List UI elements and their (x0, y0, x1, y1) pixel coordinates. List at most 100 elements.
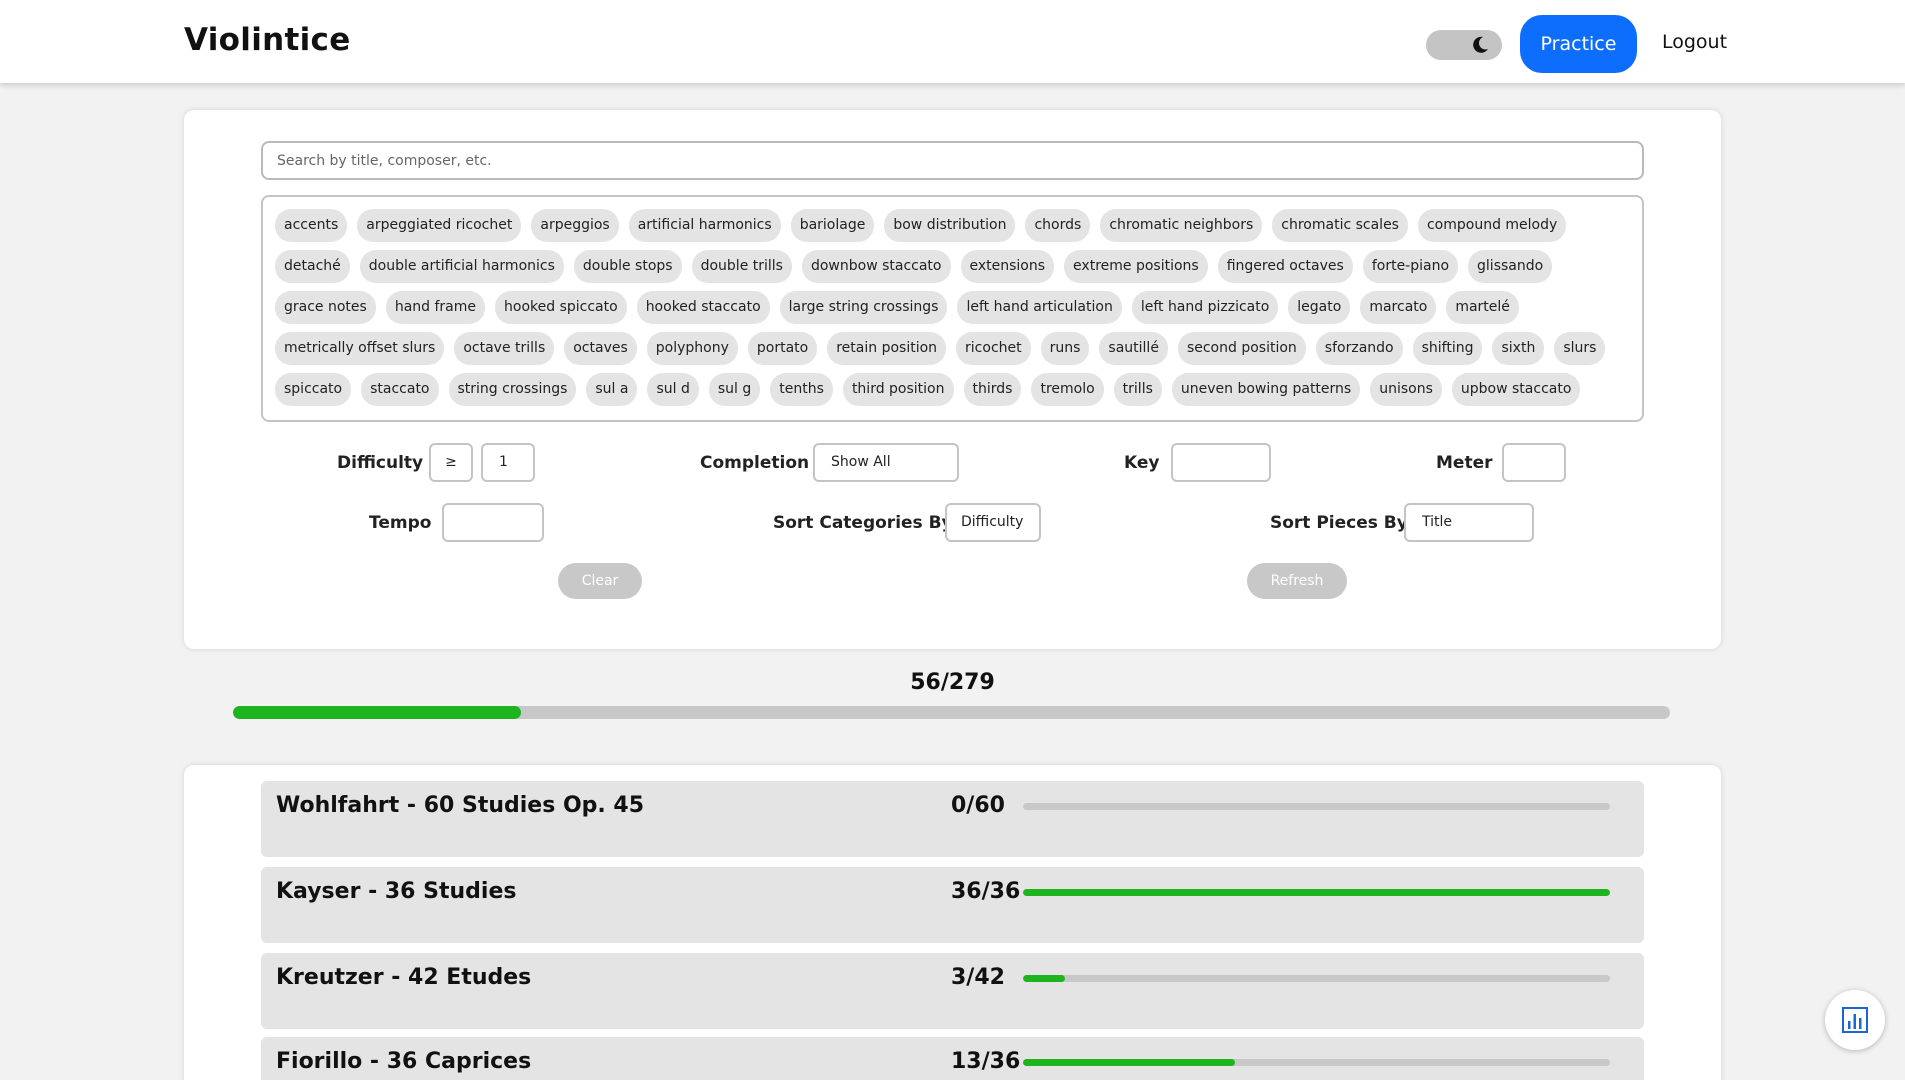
technique-tag[interactable]: trills (1113, 373, 1162, 406)
technique-tag[interactable]: ricochet (956, 332, 1031, 365)
theme-toggle[interactable] (1426, 30, 1502, 60)
technique-tag[interactable]: sautillé (1099, 332, 1168, 365)
technique-tag[interactable]: upbow staccato (1451, 373, 1581, 406)
technique-tag[interactable]: left hand pizzicato (1131, 291, 1279, 324)
technique-tag[interactable]: hooked spiccato (495, 291, 627, 324)
technique-tag[interactable]: double trills (691, 250, 792, 283)
technique-tag[interactable]: uneven bowing patterns (1171, 373, 1361, 406)
technique-tag[interactable]: string crossings (448, 373, 577, 406)
technique-tag[interactable]: legato (1288, 291, 1351, 324)
technique-tag[interactable]: accents (275, 209, 348, 242)
technique-tag[interactable]: compound melody (1417, 209, 1567, 242)
technique-tag[interactable]: chords (1025, 209, 1091, 242)
technique-tags: accents arpeggiated ricochet arpeggios arti… (261, 195, 1644, 422)
technique-tag[interactable]: chromatic neighbors (1100, 209, 1263, 242)
technique-tag[interactable]: runs (1040, 332, 1090, 365)
sort-pieces-select[interactable]: Title (1404, 503, 1534, 542)
collection-progress-bar (1023, 975, 1610, 982)
technique-tag[interactable]: chromatic scales (1272, 209, 1408, 242)
sort-categories-select[interactable]: Difficulty (945, 503, 1041, 542)
top-navbar: Violintice Practice Logout (0, 0, 1905, 83)
collection-progress-bar (1023, 889, 1610, 896)
sort-pieces-label: Sort Pieces By (1270, 513, 1408, 533)
technique-tag[interactable]: unisons (1370, 373, 1442, 406)
collection-row[interactable]: Kreutzer - 42 Etudes 3/42 (261, 953, 1644, 1029)
collection-count: 0/60 (951, 793, 1005, 818)
meter-input[interactable] (1502, 443, 1566, 482)
refresh-button[interactable]: Refresh (1247, 563, 1347, 599)
practice-button[interactable]: Practice (1520, 15, 1637, 73)
technique-tag[interactable]: shifting (1412, 332, 1483, 365)
technique-tag[interactable]: hooked staccato (636, 291, 770, 324)
technique-tag[interactable]: polyphony (646, 332, 738, 365)
technique-tag[interactable]: double artificial harmonics (359, 250, 564, 283)
moon-icon (1473, 36, 1488, 53)
collection-row[interactable]: Fiorillo - 36 Caprices 13/36 (261, 1037, 1644, 1080)
technique-tag[interactable]: portato (747, 332, 818, 365)
collection-title: Fiorillo - 36 Caprices (276, 1049, 532, 1074)
technique-tag[interactable]: sul g (708, 373, 761, 406)
key-label: Key (1124, 453, 1160, 473)
collection-title: Wohlfahrt - 60 Studies Op. 45 (276, 793, 645, 818)
tempo-input[interactable] (442, 503, 544, 542)
technique-tag[interactable]: octave trills (454, 332, 555, 365)
completion-select[interactable]: Show All (813, 443, 959, 482)
technique-tag[interactable]: martelé (1446, 291, 1519, 324)
collections-list: Wohlfahrt - 60 Studies Op. 45 0/60 Kayser … (184, 765, 1721, 1080)
technique-tag[interactable]: spiccato (275, 373, 352, 406)
technique-tag[interactable]: retain position (827, 332, 947, 365)
collection-progress-fill (1023, 889, 1610, 896)
collection-row[interactable]: Wohlfahrt - 60 Studies Op. 45 0/60 (261, 781, 1644, 857)
technique-tag[interactable]: bariolage (790, 209, 875, 242)
technique-tag[interactable]: glissando (1468, 250, 1553, 283)
technique-tag[interactable]: arpeggiated ricochet (357, 209, 522, 242)
technique-tag[interactable]: sul d (647, 373, 699, 406)
technique-tag[interactable]: extreme positions (1064, 250, 1208, 283)
difficulty-value-input[interactable]: 1 (481, 443, 535, 482)
technique-tag[interactable]: double stops (573, 250, 682, 283)
technique-tag[interactable]: fingered octaves (1217, 250, 1353, 283)
technique-tag[interactable]: artificial harmonics (628, 209, 781, 242)
technique-tag[interactable]: third position (842, 373, 954, 406)
collection-count: 36/36 (951, 879, 1021, 904)
logout-link[interactable]: Logout (1662, 31, 1727, 53)
technique-tag[interactable]: sforzando (1315, 332, 1403, 365)
technique-tag[interactable]: second position (1177, 332, 1306, 365)
completion-label: Completion (700, 453, 810, 473)
difficulty-operator-select[interactable]: ≥ (429, 443, 473, 482)
stats-button[interactable] (1825, 990, 1885, 1050)
technique-tag[interactable]: sixth (1492, 332, 1545, 365)
technique-tag[interactable]: sul a (586, 373, 638, 406)
technique-tag[interactable]: extensions (960, 250, 1055, 283)
search-input[interactable] (261, 141, 1644, 180)
technique-tag[interactable]: detaché (275, 250, 350, 283)
technique-tag[interactable]: forte-piano (1362, 250, 1459, 283)
technique-tag[interactable]: slurs (1554, 332, 1606, 365)
technique-tag[interactable]: arpeggios (531, 209, 619, 242)
brand-logo[interactable]: Violintice (184, 22, 351, 58)
technique-tag[interactable]: tenths (770, 373, 833, 406)
collection-count: 13/36 (951, 1049, 1021, 1074)
clear-button[interactable]: Clear (558, 563, 642, 599)
technique-tag[interactable]: metrically offset slurs (275, 332, 445, 365)
filter-panel: accents arpeggiated ricochet arpeggios arti… (184, 110, 1721, 649)
collection-count: 3/42 (951, 965, 1005, 990)
technique-tag[interactable]: marcato (1360, 291, 1437, 324)
collection-progress-fill (1023, 1059, 1235, 1066)
technique-tag[interactable]: tremolo (1031, 373, 1104, 406)
technique-tag[interactable]: thirds (963, 373, 1022, 406)
collection-row[interactable]: Kayser - 36 Studies 36/36 (261, 867, 1644, 943)
collection-progress-bar (1023, 803, 1610, 810)
technique-tag[interactable]: octaves (564, 332, 637, 365)
technique-tag[interactable]: staccato (361, 373, 439, 406)
technique-tag[interactable]: grace notes (275, 291, 376, 324)
technique-tag[interactable]: downbow staccato (801, 250, 951, 283)
overall-progress-fill (233, 706, 522, 719)
technique-tag[interactable]: large string crossings (779, 291, 948, 324)
overall-progress-count: 56/279 (910, 670, 995, 695)
collection-title: Kreutzer - 42 Etudes (276, 965, 532, 990)
key-input[interactable] (1171, 443, 1271, 482)
technique-tag[interactable]: hand frame (385, 291, 486, 324)
technique-tag[interactable]: left hand articulation (957, 291, 1122, 324)
technique-tag[interactable]: bow distribution (884, 209, 1016, 242)
